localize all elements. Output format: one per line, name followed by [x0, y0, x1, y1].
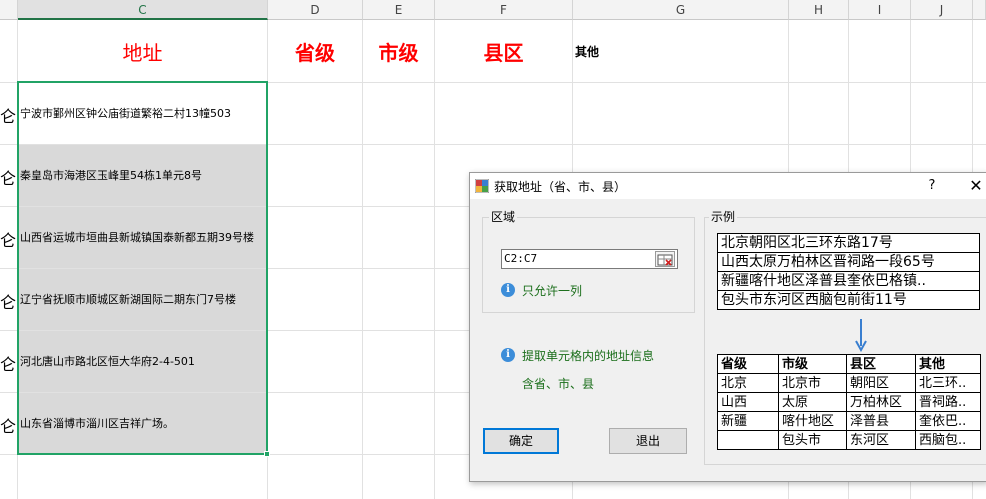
example-header-cell: 省级 — [717, 354, 779, 374]
header-cell-county[interactable]: 县区 — [435, 20, 572, 82]
example-input-cell: 新疆喀什地区泽普县奎依巴格镇.. — [717, 271, 980, 291]
gridline — [434, 20, 435, 499]
example-header-cell: 县区 — [846, 354, 916, 374]
example-header-cell: 市级 — [778, 354, 847, 374]
example-input-cell: 北京朝阳区北三环东路17号 — [717, 233, 980, 253]
example-header-cell: 其他 — [915, 354, 981, 374]
range-select-button[interactable] — [655, 251, 675, 267]
get-address-dialog: 获取地址（省、市、县） ? ✕ 区域 C2:C7 i 只允许一列 i 提取单元格… — [469, 172, 986, 482]
cell-b-overflow[interactable]: 仑 — [0, 165, 18, 189]
selection-range — [17, 81, 268, 455]
gridline — [362, 20, 363, 499]
example-cell: 西脑包.. — [915, 430, 981, 450]
example-cell: 新疆 — [717, 411, 779, 431]
single-column-note: 只允许一列 — [522, 284, 583, 298]
example-input-cell: 山西太原万柏林区晋祠路一段65号 — [717, 252, 980, 272]
example-cell: 太原 — [778, 392, 847, 412]
info-icon: i — [501, 348, 515, 362]
column-header-g[interactable]: G — [573, 0, 789, 20]
example-group-label: 示例 — [709, 208, 738, 225]
ok-button[interactable]: 确定 — [483, 428, 559, 454]
column-header-j[interactable]: J — [911, 0, 973, 20]
column-header-i[interactable]: I — [849, 0, 911, 20]
example-cell: 万柏林区 — [846, 392, 916, 412]
column-header-b-partial[interactable] — [0, 0, 18, 20]
column-header-f[interactable]: F — [435, 0, 573, 20]
cell-b-overflow[interactable]: 仑 — [0, 227, 18, 251]
extract-note: 提取单元格内的地址信息 — [522, 349, 655, 363]
example-cell: 北京 — [717, 373, 779, 393]
header-cell-city[interactable]: 市级 — [363, 20, 434, 82]
example-cell: 奎依巴.. — [915, 411, 981, 431]
example-input-table: 北京朝阳区北三环东路17号 山西太原万柏林区晋祠路一段65号 新疆喀什地区泽普县… — [717, 233, 980, 310]
example-cell: 泽普县 — [846, 411, 916, 431]
range-select-icon — [657, 254, 673, 266]
column-header-c[interactable]: C — [18, 0, 268, 20]
example-cell: 北京市 — [778, 373, 847, 393]
down-arrow-icon — [855, 319, 867, 352]
cell-b-overflow[interactable]: 仑 — [0, 351, 18, 375]
info-icon: i — [501, 283, 515, 297]
example-cell: 喀什地区 — [778, 411, 847, 431]
close-button[interactable]: ✕ — [966, 176, 986, 196]
header-cell-address[interactable]: 地址 — [18, 20, 267, 82]
example-cell: 北三环.. — [915, 373, 981, 393]
example-output-table: 省级 市级 县区 其他 北京 北京市 朝阳区 北三环.. 山西 太原 万柏林区 … — [717, 354, 981, 450]
app-icon — [475, 179, 489, 193]
header-cell-other[interactable]: 其他 — [573, 20, 788, 82]
region-group-label: 区域 — [489, 208, 518, 225]
example-cell: 山西 — [717, 392, 779, 412]
example-cell: 包头市 — [778, 430, 847, 450]
dialog-title: 获取地址（省、市、县） — [494, 180, 627, 194]
column-header-d[interactable]: D — [268, 0, 363, 20]
extract-note-sub: 含省、市、县 — [522, 377, 595, 391]
column-header-e[interactable]: E — [363, 0, 435, 20]
example-cell: 东河区 — [846, 430, 916, 450]
column-header-h[interactable]: H — [789, 0, 849, 20]
cell-b-overflow[interactable]: 仑 — [0, 103, 18, 127]
column-header-k-partial[interactable] — [973, 0, 986, 20]
range-input[interactable]: C2:C7 — [501, 249, 678, 269]
cell-b-overflow[interactable]: 仑 — [0, 289, 18, 313]
fill-handle[interactable] — [264, 451, 270, 457]
dialog-titlebar[interactable]: 获取地址（省、市、县） ? ✕ — [470, 173, 986, 199]
exit-button[interactable]: 退出 — [609, 428, 687, 454]
example-cell — [717, 430, 779, 450]
header-cell-province[interactable]: 省级 — [268, 20, 362, 82]
help-button[interactable]: ? — [922, 176, 942, 196]
cell-b-overflow[interactable]: 仑 — [0, 413, 18, 437]
example-input-cell: 包头市东河区西脑包前街11号 — [717, 290, 980, 310]
example-cell: 朝阳区 — [846, 373, 916, 393]
example-cell: 晋祠路.. — [915, 392, 981, 412]
